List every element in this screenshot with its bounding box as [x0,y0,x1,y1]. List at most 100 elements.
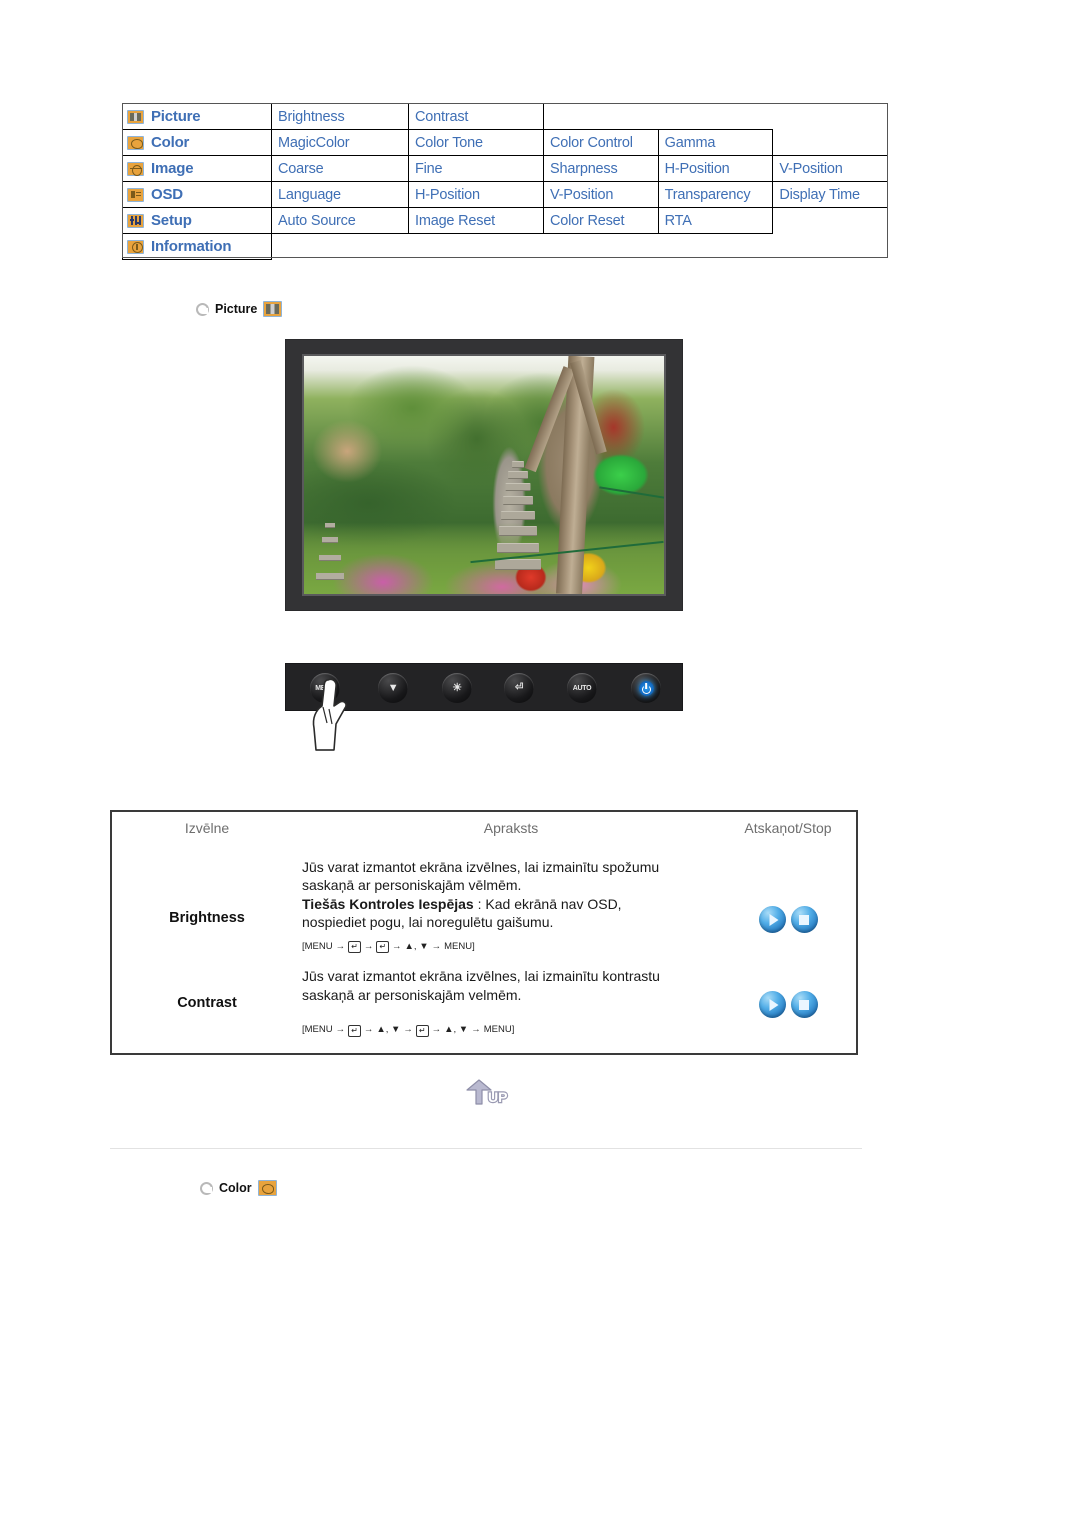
monitor-screen [302,354,666,596]
stop-icon[interactable] [790,906,818,933]
enter-icon: ⏎ [514,682,524,693]
menu-item-label: MagicColor [278,134,350,151]
seq-arrow-icon: → [471,1024,481,1036]
seq-updown-icon: ▲, ▼ [444,1024,469,1036]
menu-item-coarse[interactable]: Coarse [271,155,409,182]
enter-key-icon: ↵ [415,1024,429,1037]
menu-item-auto-source[interactable]: Auto Source [271,207,409,234]
menu-item-gamma[interactable]: Gamma [657,129,774,156]
menu-item-label: H-Position [415,186,480,203]
osd-icon [127,187,144,202]
enter-key-icon: ↵ [376,941,390,954]
down-arrow-icon: ▼ [387,681,399,694]
up-button-label: UP [488,1089,507,1105]
menu-category-label: Picture [151,108,201,125]
enter-key-icon: ↵ [348,1024,361,1037]
setup-icon [127,213,144,228]
brightness-button[interactable]: ☀ [442,673,472,703]
menu-item-label: Color Reset [550,212,625,229]
menu-item-contrast[interactable]: Contrast [408,103,544,130]
seq-updown-icon: ▲, ▼ [376,1024,401,1036]
picture-icon [263,301,283,317]
section-heading-label: Picture [215,302,258,316]
menu-category-information[interactable]: Information [122,233,272,260]
menu-empty-cell [544,104,888,130]
play-stop-cell-contrast [720,967,856,1019]
menu-button-label: MENU [315,684,335,692]
menu-item-h-position[interactable]: H-Position [657,155,774,182]
menu-item-label: Coarse [278,160,324,177]
menu-empty-cell [773,130,888,156]
key-sequence-contrast: [MENU → ↵ → ▲, ▼ → ↵ → ▲, ▼ → MENU] [302,1024,720,1037]
color-icon [257,1180,277,1196]
seq-updown-icon: ▲, ▼ [404,940,429,952]
menu-item-rta[interactable]: RTA [657,207,774,234]
menu-item-language[interactable]: Language [271,181,409,208]
section-heading-label: Color [219,1181,252,1195]
menu-item-image-reset[interactable]: Image Reset [408,207,544,234]
menu-item-label: Color Control [550,134,633,151]
enter-button[interactable]: ⏎ [504,673,534,703]
menu-category-picture[interactable]: Picture [122,103,272,130]
seq-arrow-icon: → [335,1024,346,1036]
power-icon [638,680,654,696]
menu-item-label: Language [278,186,341,203]
description-table: Izvēlne Apraksts Atskaņot/Stop Brightnes… [110,810,858,1055]
menu-category-color[interactable]: Color [122,129,272,156]
menu-empty-cell [773,208,888,234]
menu-item-label: Image Reset [415,212,496,229]
color-icon [127,135,144,150]
menu-category-osd[interactable]: OSD [122,181,272,208]
menu-item-sharpness[interactable]: Sharpness [543,155,659,182]
seq-arrow-icon: → [403,1024,413,1036]
column-header-description: Apraksts [483,820,539,836]
monitor-illustration [285,339,683,611]
menu-category-setup[interactable]: Setup [122,207,272,234]
menu-item-transparency[interactable]: Transparency [657,181,774,208]
play-icon[interactable] [758,991,786,1019]
section-heading-picture: Picture [196,301,283,317]
seq-arrow-icon: → [431,940,442,952]
up-button[interactable]: UP [458,1078,516,1108]
information-icon [127,239,144,254]
osd-menu-map-table: Picture Brightness Contrast Color MagicC… [122,103,888,260]
menu-item-osd-h-position[interactable]: H-Position [408,181,544,208]
menu-button[interactable]: MENU [310,673,340,703]
menu-item-osd-v-position[interactable]: V-Position [543,181,659,208]
play-stop-cell-brightness [720,858,856,933]
menu-category-label: Setup [151,212,192,229]
menu-item-fine[interactable]: Fine [408,155,544,182]
menu-item-label: Auto Source [278,212,356,229]
menu-item-color-reset[interactable]: Color Reset [543,207,659,234]
power-button[interactable] [631,673,661,703]
menu-item-v-position[interactable]: V-Position [772,155,888,182]
menu-item-label: Contrast [415,108,469,125]
section-heading-color: Color [200,1180,277,1196]
menu-item-label: Transparency [664,186,751,203]
play-icon[interactable] [758,906,786,933]
enter-key-icon: ↵ [348,941,361,954]
menu-item-display-time[interactable]: Display Time [772,181,888,208]
menu-item-label: Sharpness [550,160,618,177]
menu-item-color-tone[interactable]: Color Tone [408,129,544,156]
menu-item-magiccolor[interactable]: MagicColor [271,129,409,156]
desc-line: saskaņā ar personiskajām velmēm. [302,986,522,1003]
down-button[interactable]: ▼ [378,673,408,703]
seq-arrow-icon: → [363,940,374,952]
menu-item-color-control[interactable]: Color Control [543,129,659,156]
menu-item-brightness[interactable]: Brightness [271,103,409,130]
menu-category-image[interactable]: Image [122,155,272,182]
menu-item-label: H-Position [664,160,730,177]
seq-token: MENU] [444,940,475,952]
auto-button-label: AUTO [572,684,592,692]
desc-line-rest: : Kad ekrānā nav OSD, [473,895,622,912]
bullet-ring-icon [196,302,209,316]
table-row: Color MagicColor Color Tone Color Contro… [122,129,888,156]
up-arrow-icon: UP [466,1079,509,1106]
stop-icon[interactable] [790,991,818,1019]
auto-button[interactable]: AUTO [567,673,597,703]
monitor-control-panel: MENU ▼ ☀ ⏎ AUTO [285,663,683,751]
menu-item-label: Display Time [779,186,860,203]
seq-token: MENU] [483,1024,515,1036]
menu-empty-cell [272,234,888,260]
